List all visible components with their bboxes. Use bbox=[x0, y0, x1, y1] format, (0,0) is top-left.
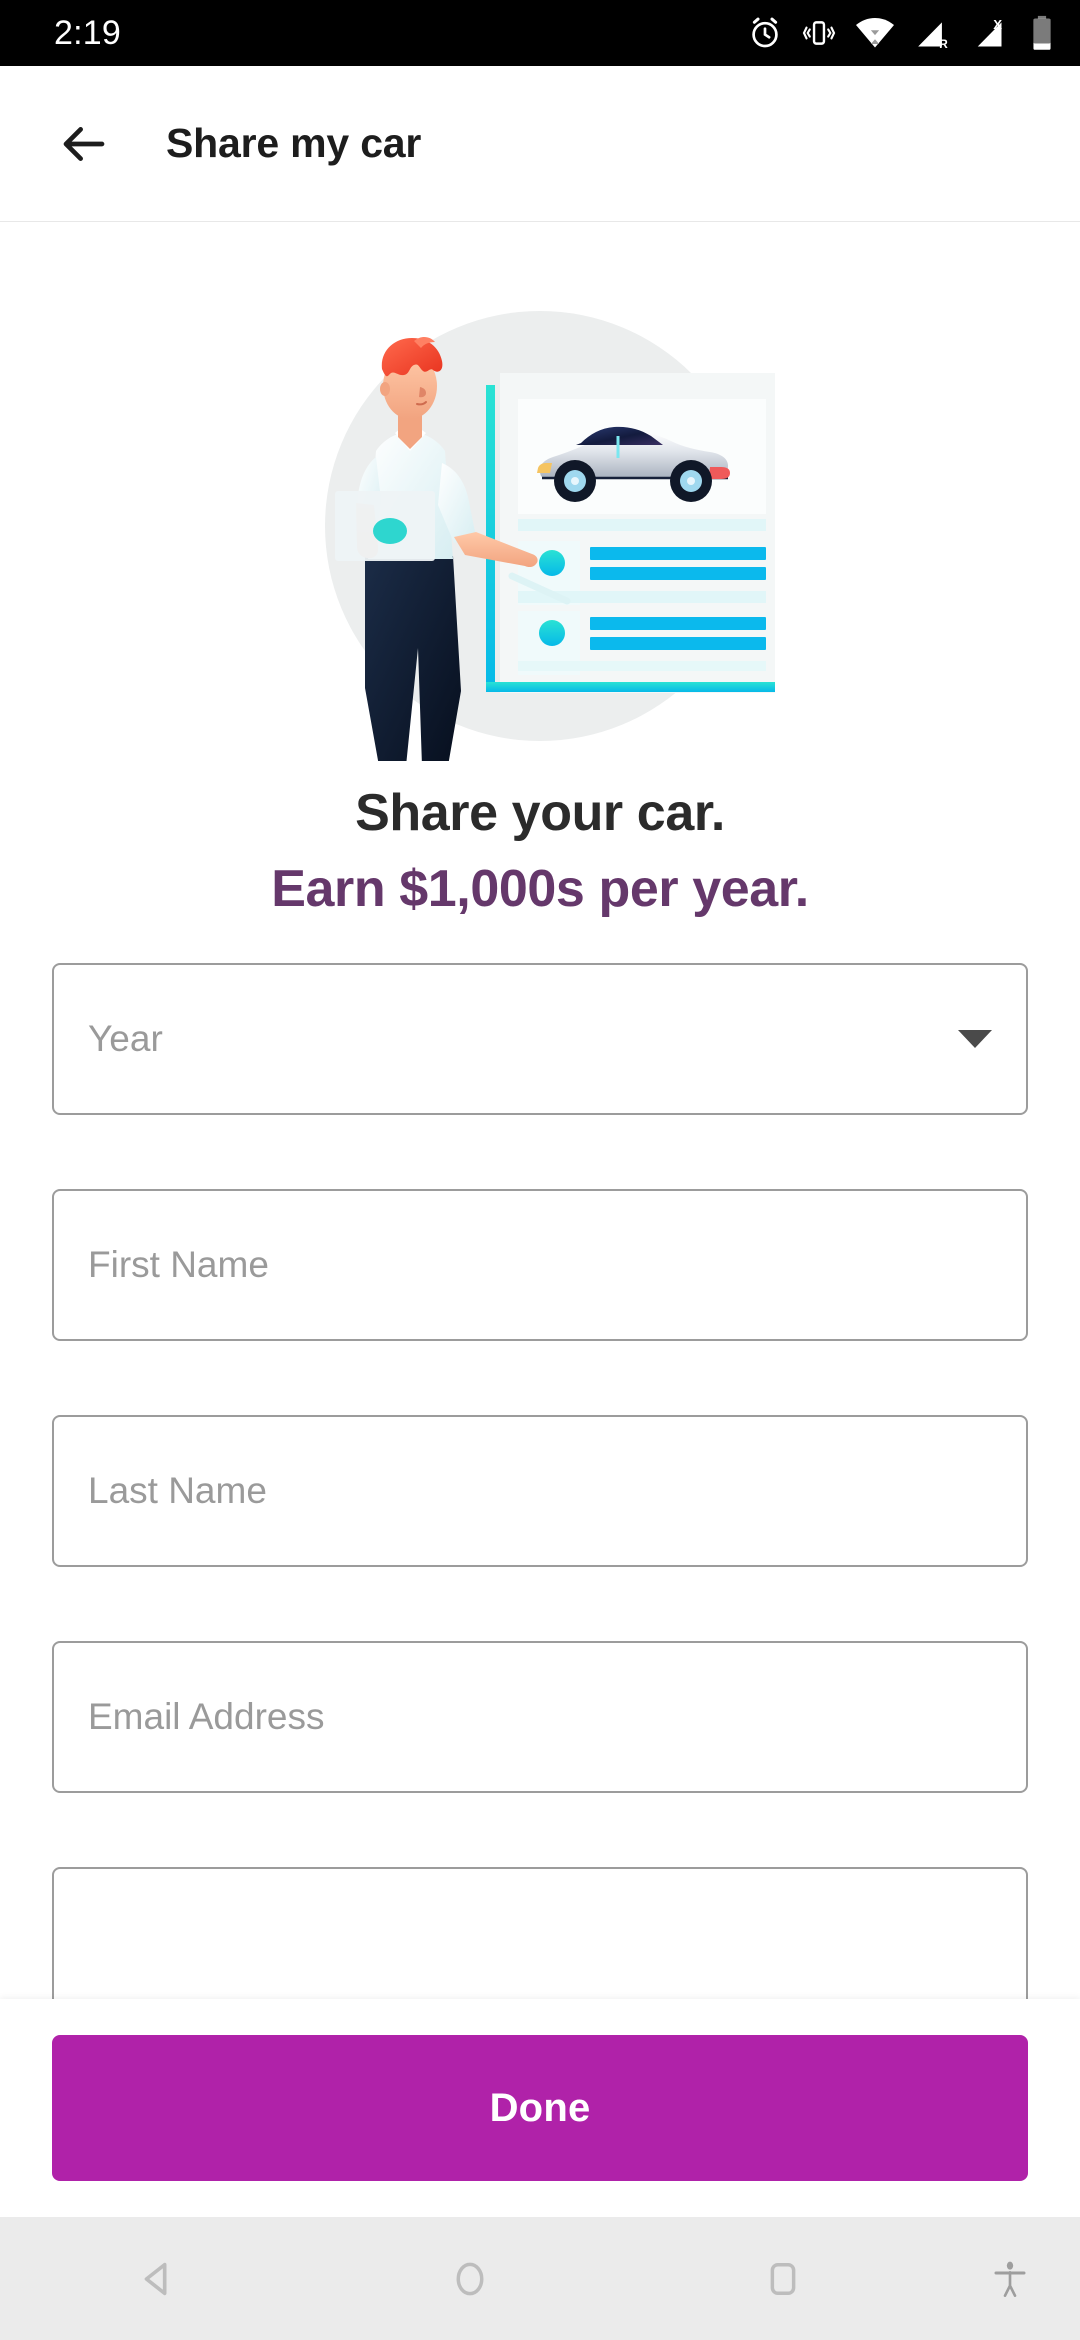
scroll-content[interactable]: Share your car. Earn $1,000s per year. Y… bbox=[0, 223, 1080, 1999]
last-name-input[interactable]: Last Name bbox=[52, 1415, 1028, 1567]
accessibility-person-icon bbox=[994, 2261, 1026, 2297]
done-button[interactable]: Done bbox=[52, 2035, 1028, 2181]
last-name-placeholder: Last Name bbox=[88, 1470, 267, 1511]
nav-accessibility-button[interactable] bbox=[940, 2217, 1080, 2340]
nosim-badge-text: X bbox=[993, 17, 1002, 32]
nav-recents-square-icon bbox=[770, 2262, 796, 2295]
email-input[interactable]: Email Address bbox=[52, 1641, 1028, 1793]
vibrate-icon bbox=[802, 21, 836, 45]
hero-dot-2 bbox=[539, 620, 565, 646]
nav-home-circle-icon bbox=[456, 2262, 484, 2295]
share-car-form: Year First Name Last Name Email Address bbox=[0, 963, 1080, 1999]
nav-home-button[interactable] bbox=[313, 2217, 626, 2340]
status-bar-icons: R X bbox=[746, 14, 1054, 52]
alarm-icon bbox=[752, 17, 778, 48]
hero-bar-2a bbox=[590, 617, 766, 630]
back-button[interactable] bbox=[48, 108, 120, 180]
headline-block: Share your car. Earn $1,000s per year. bbox=[0, 783, 1080, 919]
first-name-input[interactable]: First Name bbox=[52, 1189, 1028, 1341]
app-bar: Share my car bbox=[0, 66, 1080, 222]
hero-person-pants bbox=[365, 556, 461, 761]
hero-divider-3 bbox=[518, 661, 766, 671]
android-navigation-bar bbox=[0, 2217, 1080, 2340]
hero-divider-1 bbox=[518, 519, 766, 531]
back-arrow-icon bbox=[63, 126, 105, 161]
hero-bar-1b bbox=[590, 567, 766, 580]
year-select[interactable]: Year bbox=[52, 963, 1028, 1115]
email-placeholder: Email Address bbox=[88, 1696, 325, 1737]
nav-back-button[interactable] bbox=[0, 2217, 313, 2340]
hero-frame-horizontal bbox=[486, 682, 775, 692]
roaming-badge-text: R bbox=[939, 37, 948, 51]
phone-input[interactable] bbox=[52, 1867, 1028, 1999]
status-bar: 2:19 R X bbox=[0, 0, 1080, 66]
headline-primary: Share your car. bbox=[355, 784, 725, 842]
nav-recents-button[interactable] bbox=[627, 2217, 940, 2340]
headline-secondary: Earn $1,000s per year. bbox=[271, 860, 809, 918]
year-select-label: Year bbox=[88, 1018, 163, 1059]
bottom-action-bar: Done bbox=[0, 1999, 1080, 2217]
first-name-placeholder: First Name bbox=[88, 1244, 269, 1285]
hero-bar-2b bbox=[590, 637, 766, 650]
signal-roaming-icon: R bbox=[918, 22, 948, 51]
wifi-icon bbox=[856, 17, 894, 48]
hero-dot-1 bbox=[539, 550, 565, 576]
nav-back-triangle-icon bbox=[144, 2262, 167, 2295]
chevron-down-icon bbox=[958, 1030, 992, 1048]
status-bar-clock: 2:19 bbox=[54, 13, 121, 52]
battery-low-icon bbox=[1033, 15, 1051, 50]
page-title: Share my car bbox=[166, 120, 422, 166]
share-car-illustration bbox=[325, 311, 775, 761]
hero-bar-1a bbox=[590, 547, 766, 560]
hero-illustration bbox=[0, 223, 1080, 761]
signal-no-sim-icon: X bbox=[977, 17, 1002, 47]
